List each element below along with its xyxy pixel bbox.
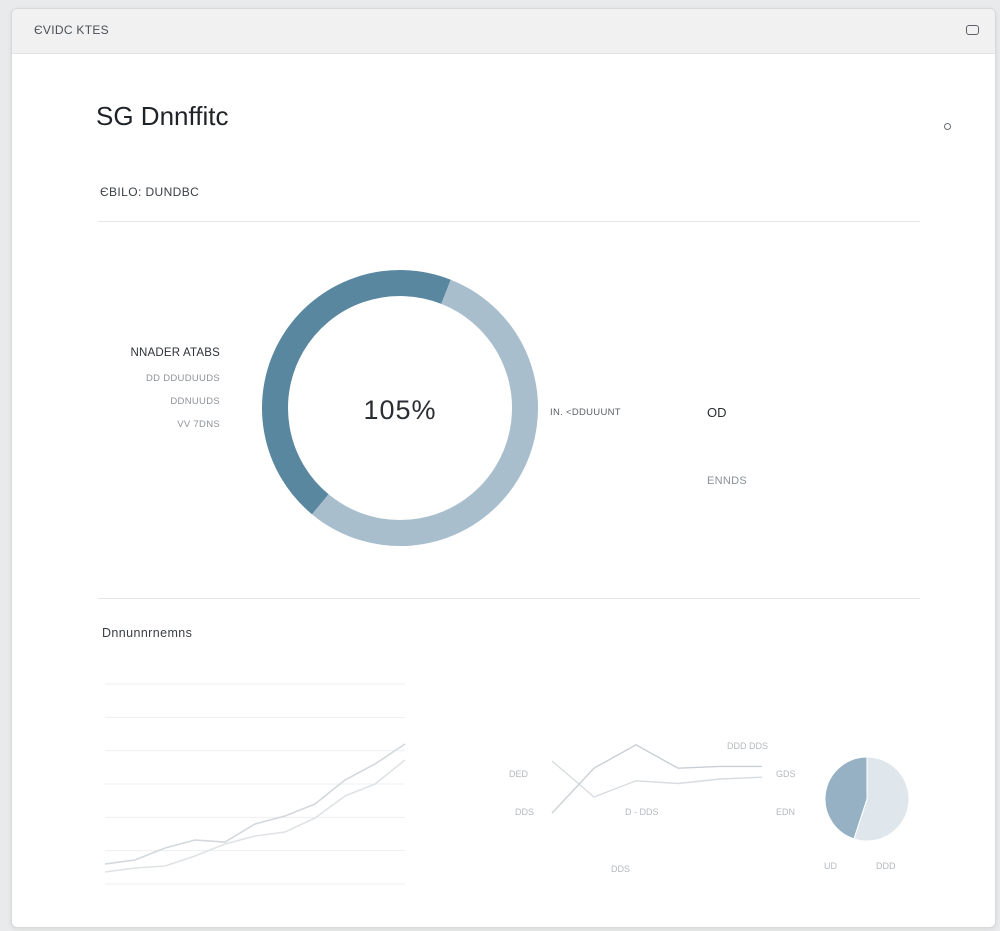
legend-item: DD DDUDUUDS — [145, 373, 220, 384]
legend-item: DDNUUDS — [170, 396, 220, 407]
page-title: SG Dnnffitc — [96, 101, 229, 131]
title-bar: ЄVIDC KTES — [12, 9, 995, 54]
legend-item: VV 7DNS — [177, 419, 220, 430]
line-chart-left — [100, 664, 410, 894]
chart-b-label: EDN — [776, 807, 795, 817]
chart-b-label: DDS — [515, 807, 534, 817]
pie-svg: UD DDD — [824, 756, 910, 871]
line-chart-left-svg — [104, 683, 406, 885]
chart-b-label: DDD DDS — [727, 741, 768, 751]
divider — [98, 598, 920, 599]
options-icon[interactable] — [944, 123, 951, 130]
chart-b-label: DED — [509, 769, 529, 779]
line-chart-right-svg: DED DDS D - DDS GDS EDN DDD DDS DDS — [509, 741, 796, 874]
chart-b-label: GDS — [776, 769, 796, 779]
series-line — [104, 759, 406, 873]
donut-segment — [262, 270, 451, 515]
app-window: ЄVIDC KTES SG Dnnffitc ЄBILO: DUNDBC NNA… — [11, 8, 996, 928]
chart-b-label: DDS — [611, 864, 630, 874]
donut-legend: NNADER ATABS DD DDUDUUDS DDNUUDS VV 7DNS — [108, 347, 220, 442]
divider — [98, 221, 920, 222]
app-title: ЄVIDC KTES — [34, 23, 109, 37]
stat-value: OD — [707, 405, 727, 420]
donut-chart: 105% — [255, 263, 545, 553]
chart-b-label: D - DDS — [625, 807, 659, 817]
series-line — [104, 743, 406, 865]
overview-section-label: ЄBILO: DUNDBC — [100, 185, 200, 199]
pie-label: DDD — [876, 861, 896, 871]
stat-label: IN. <DDUUUNT — [550, 407, 621, 418]
donut-center-value: 105% — [363, 395, 437, 425]
legend-title: NNADER ATABS — [130, 347, 220, 359]
stat-subvalue: ENNDS — [707, 475, 748, 487]
pie-label: UD — [824, 861, 837, 871]
line-chart-right: DED DDS D - DDS GDS EDN DDD DDS DDS — [487, 714, 827, 884]
pie-chart: UD DDD — [812, 747, 922, 877]
window-control-icon[interactable] — [966, 25, 979, 35]
trends-section-label: Dnnunnrnemns — [102, 626, 193, 640]
